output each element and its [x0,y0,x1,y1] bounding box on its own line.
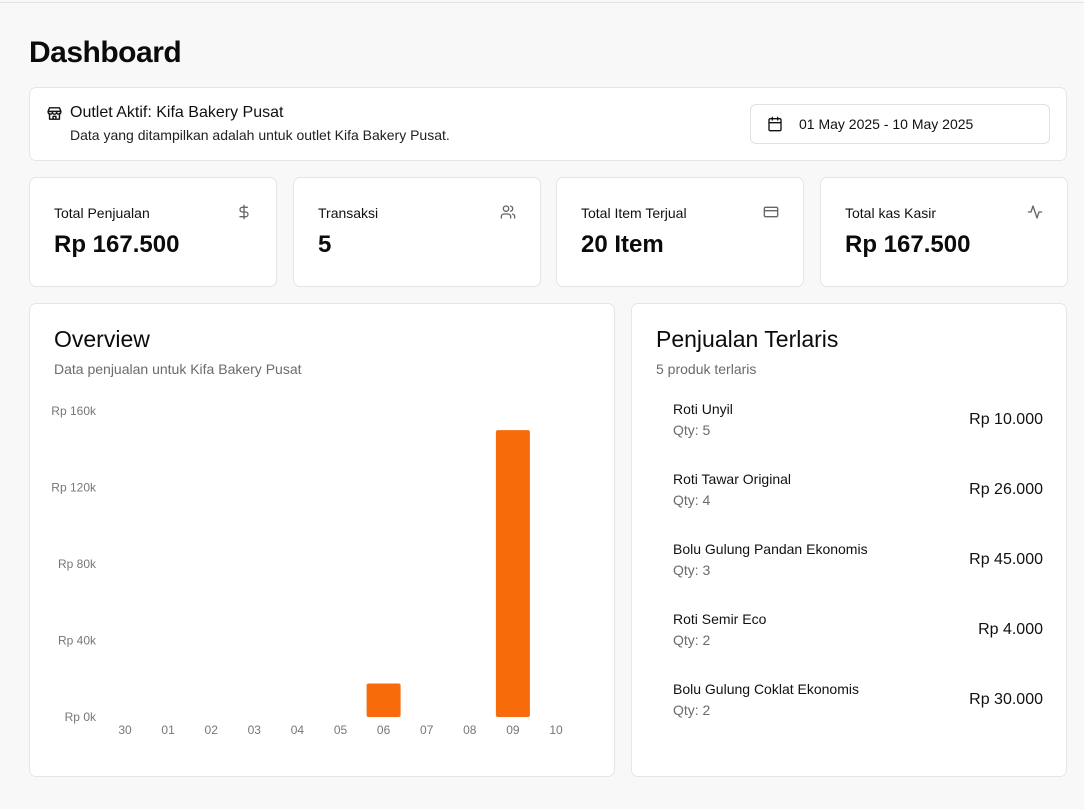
date-range-text: 01 May 2025 - 10 May 2025 [799,116,974,132]
stat-label: Total kas Kasir [845,205,937,221]
product-price: Rp 4.000 [978,621,1043,638]
stat-value: Rp 167.500 [54,231,180,258]
credit-card-icon [763,206,779,218]
list-item: Bolu Gulung Coklat Ekonomis Qty: 2 Rp 30… [673,681,1043,725]
top-divider [0,2,1084,3]
product-qty: Qty: 3 [673,562,711,578]
list-item: Roti Semir Eco Qty: 2 Rp 4.000 [673,611,1043,655]
stat-label: Transaksi [318,205,379,221]
x-tick-label: 07 [420,723,434,737]
product-name: Roti Unyil [673,401,733,417]
x-tick-label: 01 [161,723,175,737]
product-name: Bolu Gulung Coklat Ekonomis [673,681,859,697]
product-name: Roti Tawar Original [673,471,792,487]
outlet-description: Data yang ditampilkan adalah untuk outle… [70,127,450,143]
list-item: Roti Tawar Original Qty: 4 Rp 26.000 [673,471,1043,515]
overview-card: Overview Data penjualan untuk Kifa Baker… [29,303,615,777]
stat-card-total-penjualan: Total Penjualan Rp 167.500 [29,177,277,287]
list-item: Roti Unyil Qty: 5 Rp 10.000 [673,401,1043,445]
x-tick-label: 10 [549,723,563,737]
product-name: Bolu Gulung Pandan Ekonomis [673,541,868,557]
x-tick-label: 05 [334,723,348,737]
y-tick-label: Rp 40k [58,634,97,648]
x-tick-label: 30 [118,723,132,737]
top-products-card: Penjualan Terlaris 5 produk terlaris Rot… [631,303,1067,777]
x-tick-label: 09 [506,723,520,737]
x-tick-label: 06 [377,723,391,737]
product-name: Roti Semir Eco [673,611,767,627]
stat-card-total-kas: Total kas Kasir Rp 167.500 [820,177,1068,287]
top-products-subtitle: 5 produk terlaris [656,361,757,377]
list-item: Bolu Gulung Pandan Ekonomis Qty: 3 Rp 45… [673,541,1043,585]
page-title: Dashboard [29,36,182,69]
stat-value: 5 [318,231,332,258]
dollar-icon [239,204,249,220]
stat-card-total-item: Total Item Terjual 20 Item [556,177,804,287]
chart-bar[interactable] [495,430,530,717]
y-tick-label: Rp 80k [58,557,97,571]
product-price: Rp 30.000 [969,691,1043,708]
product-qty: Qty: 2 [673,702,711,718]
product-price: Rp 45.000 [969,551,1043,568]
chart-bar[interactable] [366,683,401,717]
product-qty: Qty: 5 [673,422,711,438]
x-tick-label: 04 [291,723,305,737]
y-tick-label: Rp 160k [51,404,97,418]
top-products-title: Penjualan Terlaris [656,326,839,352]
y-tick-label: Rp 0k [65,710,97,724]
activity-icon [1027,205,1043,219]
stat-label: Total Penjualan [54,205,150,221]
sales-bar-chart: Rp 0k Rp 40k Rp 80k Rp 120k Rp 160k 30 01 02 03 0… [51,404,563,737]
stat-value: Rp 167.500 [845,231,971,258]
stat-label: Total Item Terjual [581,205,687,221]
users-icon [500,205,516,219]
active-outlet-banner: Outlet Aktif: Kifa Bakery Pusat Data yan… [29,87,1067,161]
date-range-picker[interactable]: 01 May 2025 - 10 May 2025 [750,104,1050,144]
product-price: Rp 26.000 [969,481,1043,498]
x-tick-label: 08 [463,723,477,737]
stat-value: 20 Item [581,231,664,258]
product-price: Rp 10.000 [969,411,1043,428]
x-tick-label: 03 [248,723,262,737]
product-qty: Qty: 4 [673,492,711,508]
x-tick-label: 02 [205,723,219,737]
product-qty: Qty: 2 [673,632,711,648]
outlet-name: Outlet Aktif: Kifa Bakery Pusat [70,104,284,121]
y-tick-label: Rp 120k [51,481,97,495]
stat-card-transaksi: Transaksi 5 [293,177,541,287]
store-icon [47,107,62,120]
calendar-icon [768,116,782,132]
